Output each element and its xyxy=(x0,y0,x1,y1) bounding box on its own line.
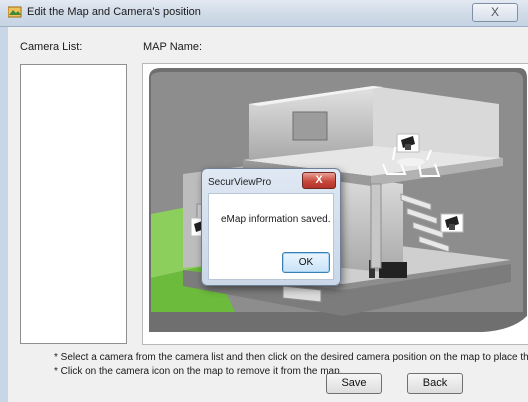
dialog-content: eMap information saved. OK xyxy=(208,193,334,280)
camera-icon[interactable] xyxy=(440,213,464,233)
save-button[interactable]: Save xyxy=(326,373,382,394)
dialog-close-button[interactable]: X xyxy=(302,172,336,189)
camera-list-label: Camera List: xyxy=(20,41,83,53)
window-left-border xyxy=(0,27,8,402)
map-icon xyxy=(8,6,22,18)
back-button[interactable]: Back xyxy=(407,373,463,394)
window-titlebar: Edit the Map and Camera's position X xyxy=(0,0,528,27)
camera-list[interactable] xyxy=(20,64,127,344)
dialog-title: SecurViewPro xyxy=(208,177,272,188)
dialog-message: eMap information saved. xyxy=(221,214,331,225)
ok-button[interactable]: OK xyxy=(282,252,330,273)
window-title: Edit the Map and Camera's position xyxy=(27,6,201,18)
map-name-label: MAP Name: xyxy=(143,41,203,53)
camera-icon[interactable] xyxy=(396,133,420,153)
instruction-note: * Select a camera from the camera list a… xyxy=(54,352,528,363)
window-close-button[interactable]: X xyxy=(472,3,518,22)
instruction-note: * Click on the camera icon on the map to… xyxy=(54,366,343,377)
info-dialog: SecurViewPro X eMap information saved. O… xyxy=(201,168,341,286)
